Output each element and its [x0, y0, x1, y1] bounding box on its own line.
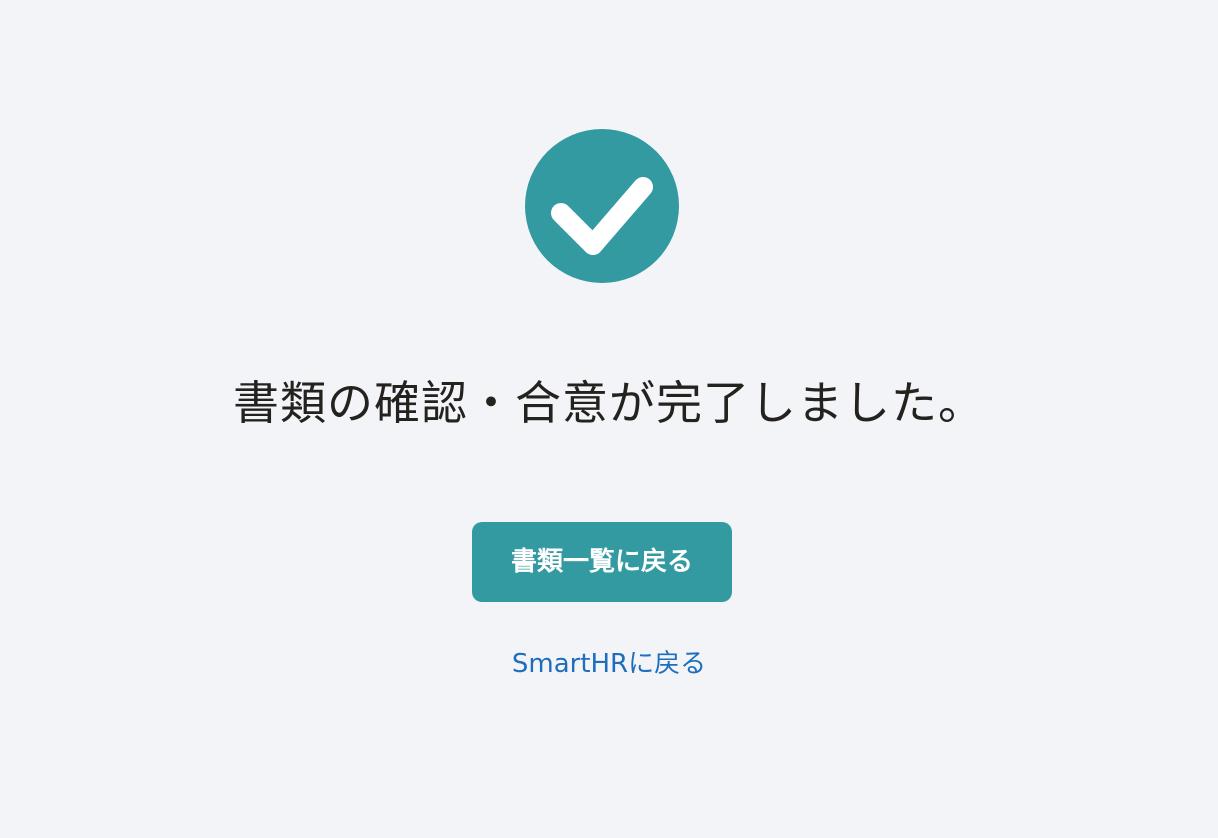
back-to-documents-button[interactable]: 書類一覧に戻る	[472, 522, 732, 602]
check-circle-icon	[525, 129, 679, 283]
back-to-smarthr-link[interactable]: SmartHRに戻る	[512, 649, 706, 679]
checkmark-icon	[551, 177, 653, 255]
completion-page: 書類の確認・合意が完了しました。 書類一覧に戻る SmartHRに戻る	[0, 0, 1218, 838]
completion-message: 書類の確認・合意が完了しました。	[233, 376, 985, 430]
back-to-smarthr-link-wrapper: SmartHRに戻る	[0, 644, 1218, 684]
